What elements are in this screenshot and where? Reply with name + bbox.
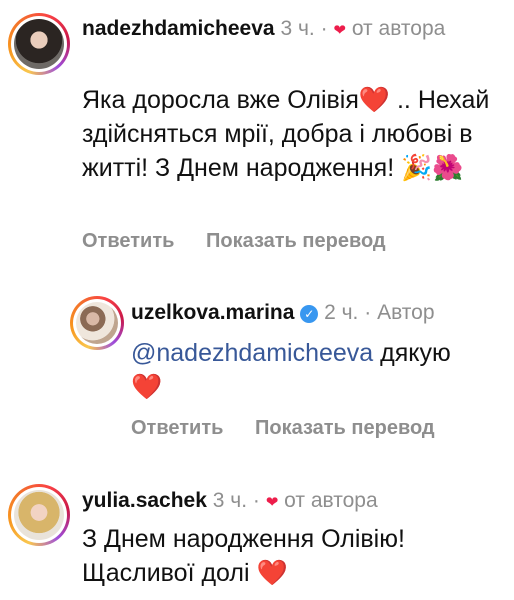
timestamp: 3 ч. xyxy=(212,489,248,512)
heart-emoji: ❤️ xyxy=(131,373,163,401)
avatar[interactable] xyxy=(8,13,70,75)
separator: · xyxy=(252,489,260,512)
flower-emoji: 🌺 xyxy=(432,154,464,182)
party-emoji: 🎉 xyxy=(401,154,433,182)
comment-actions: Ответить Показать перевод xyxy=(82,230,412,253)
heart-emoji: ❤️ xyxy=(358,86,391,114)
liked-by-author: от автора xyxy=(284,489,378,512)
separator: · xyxy=(364,301,372,324)
comment-header: yulia.sachek 3 ч. · ❤ от автора xyxy=(82,486,502,518)
username[interactable]: nadezhdamicheeva xyxy=(82,17,275,40)
author-badge: Автор xyxy=(377,301,435,324)
heart-emoji: ❤️ xyxy=(256,559,288,587)
username[interactable]: yulia.sachek xyxy=(82,489,207,512)
separator: · xyxy=(320,17,328,40)
reply-button[interactable]: Ответить xyxy=(82,230,174,252)
comment-text: З Днем народження Олівію! Щасливої долі … xyxy=(82,525,405,587)
mention-link[interactable]: @nadezhdamicheeva xyxy=(131,339,373,367)
reply-button[interactable]: Ответить xyxy=(131,417,223,439)
comment-header: nadezhdamicheeva 3 ч. · ❤ от автора xyxy=(82,14,502,46)
comment-actions: Ответить Показать перевод xyxy=(131,417,461,440)
liked-by-author: от автора xyxy=(351,17,446,40)
verified-icon: ✓ xyxy=(300,305,319,323)
comment-text: @nadezhdamicheeva дякую ❤️ xyxy=(131,339,451,401)
avatar[interactable] xyxy=(70,296,124,350)
translate-button[interactable]: Показать перевод xyxy=(255,417,435,439)
timestamp: 3 ч. xyxy=(280,17,315,40)
username[interactable]: uzelkova.marina xyxy=(131,301,294,324)
comment-header: uzelkova.marina ✓ 2 ч. · Автор xyxy=(131,298,501,328)
translate-button[interactable]: Показать перевод xyxy=(206,230,386,252)
heart-icon: ❤ xyxy=(265,494,279,511)
heart-icon: ❤ xyxy=(333,22,346,39)
timestamp: 2 ч. xyxy=(324,301,359,324)
comment-text: Яка доросла вже Олівія❤️ .. Нехай здійсн… xyxy=(82,86,490,182)
avatar[interactable] xyxy=(8,484,70,546)
